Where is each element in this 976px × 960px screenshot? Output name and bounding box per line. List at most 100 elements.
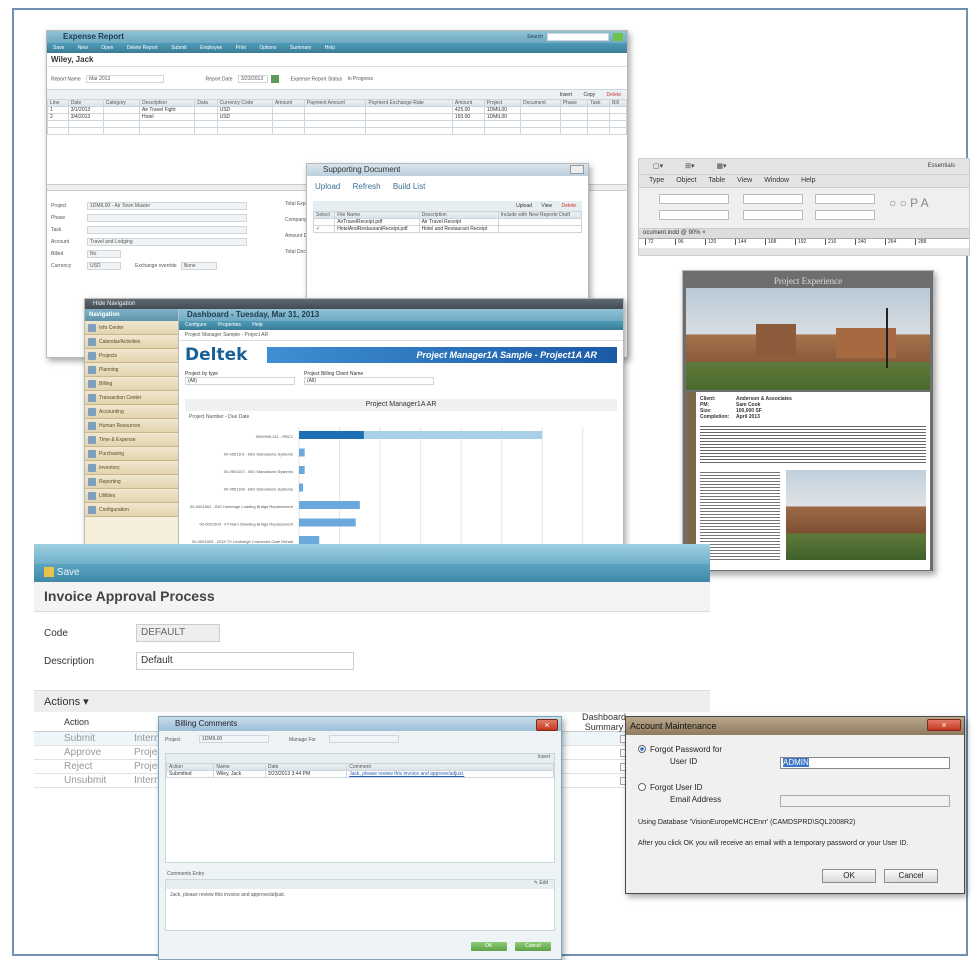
toolbar-submit[interactable]: Submit [171,45,187,51]
table-cell[interactable] [519,127,561,135]
rotate-field[interactable] [815,210,875,220]
nav-item[interactable]: Accounting [85,405,178,419]
table-cell[interactable] [559,127,589,135]
table-cell[interactable] [609,120,627,128]
billing-ok-button[interactable]: OK [470,942,507,951]
bar-total[interactable] [299,518,356,527]
table-cell[interactable] [451,120,485,128]
table-cell[interactable]: 2 [47,113,69,121]
table-cell[interactable] [559,113,589,121]
bar-total[interactable] [299,466,305,474]
table-cell[interactable]: 1 [47,106,69,114]
save-icon[interactable] [44,567,54,578]
billing-cancel-button[interactable]: Cancel [515,942,551,951]
column-header[interactable]: Project [483,99,521,107]
toolbar-options[interactable]: Options [259,45,276,51]
table-cell[interactable] [559,106,589,114]
nav-item[interactable]: Time & Expense [85,433,178,447]
comments-edit-button[interactable]: Edit [539,880,548,886]
table-cell[interactable]: Submitted [165,770,215,778]
table-cell[interactable] [47,120,69,128]
dashboard-breadcrumb[interactable]: Project Manager Sample - Project AR [179,330,623,341]
table-cell[interactable] [519,120,561,128]
toolbar-employee[interactable]: Employee [200,45,222,51]
table-cell[interactable]: 1DMIL00 [483,106,521,114]
table-row[interactable]: 2 3/4/2013 Hotel USD 150.00 1DMIL00 [47,113,627,121]
column-header[interactable]: Select [312,211,336,219]
nav-item[interactable]: Projects [85,349,178,363]
table-cell[interactable]: USD [216,113,273,121]
column-header[interactable]: File Name [334,211,420,219]
column-header[interactable]: Data [194,99,218,107]
nav-item[interactable]: Reporting [85,475,178,489]
nav-item[interactable]: Info Center [85,321,178,335]
table-cell[interactable] [271,106,305,114]
table-cell[interactable]: 1DMIL00 [483,113,521,121]
forgot-password-radio[interactable] [638,745,646,753]
table-row[interactable]: ✓ HotelAndRestaurantReceipt.pdf Hotel and … [312,225,583,233]
column-header[interactable]: Document [519,99,561,107]
table-cell[interactable]: Wiley, Jack [213,770,266,778]
menu-item[interactable]: Help [801,177,815,184]
nav-item[interactable]: Human Resources [85,419,178,433]
select-checkbox[interactable] [312,218,336,226]
view-button[interactable]: View [541,203,552,209]
nav-item[interactable]: Purchasing [85,447,178,461]
table-cell[interactable]: Hotel and Restaurant Receipt [418,225,499,233]
detail-field[interactable]: Travel and Lodging [87,237,247,246]
detail-field[interactable] [87,225,247,234]
table-cell[interactable]: AirTravelReceipt.pdf [334,218,420,226]
table-cell[interactable] [67,127,104,135]
column-header[interactable]: Line [47,99,69,107]
menu-item[interactable]: Object [676,177,696,184]
bar-current[interactable] [299,431,364,439]
table-cell[interactable] [102,120,140,128]
close-icon[interactable]: × [927,719,961,731]
table-cell[interactable] [194,106,218,114]
upload-button[interactable]: Upload [516,203,532,209]
column-header[interactable]: Include with New Reporte Draft [497,211,583,219]
y-field[interactable] [659,210,729,220]
bar-total[interactable] [299,501,360,509]
toolbar-open[interactable]: Open [101,45,113,51]
bar-total[interactable] [299,448,305,457]
column-header[interactable]: Category [102,99,140,107]
table-cell[interactable] [271,127,305,135]
column-header[interactable]: Amount [271,99,305,107]
bar-total[interactable] [299,536,320,544]
table-cell[interactable] [483,120,521,128]
include-checkbox[interactable] [497,225,583,233]
detail-field[interactable]: USD [87,261,121,270]
bar-total[interactable] [299,483,304,492]
table-cell[interactable] [559,120,589,128]
table-cell[interactable] [519,106,561,114]
detail-field[interactable] [87,213,247,222]
doc-tab[interactable]: ocument.indd @ 90% × [639,229,969,238]
column-header[interactable]: Name [213,763,266,771]
calendar-icon[interactable] [271,75,280,83]
comment-text[interactable]: Jack, please review this invoice and app… [166,889,554,901]
account-cancel-button[interactable]: Cancel [884,869,938,883]
toolbar-help[interactable]: Help [325,45,335,51]
table-cell[interactable] [519,113,561,121]
toolbar-print[interactable]: Print [236,45,246,51]
table-cell[interactable]: Air Travel Fight [138,106,196,114]
table-cell[interactable] [365,106,453,114]
table-row[interactable]: 1 3/1/2013 Air Travel Fight USD 425.00 1DMIL0… [47,106,627,114]
column-header[interactable]: Description [418,211,499,219]
table-cell[interactable] [365,120,453,128]
frame-tool-icon[interactable]: ▢▾ [653,163,663,170]
nav-item[interactable]: Billing [85,377,178,391]
nav-item[interactable]: Planning [85,363,178,377]
search-input[interactable] [547,33,609,41]
table-cell[interactable] [587,120,611,128]
view-tool-icon[interactable]: ▦▾ [716,163,726,170]
email-address-field[interactable] [780,795,950,807]
column-header[interactable]: Date [264,763,348,771]
delete-button[interactable]: Delete [607,92,621,98]
table-cell[interactable] [483,127,521,135]
table-cell[interactable] [609,106,627,114]
x-field[interactable] [659,194,729,204]
table-cell[interactable] [587,127,611,135]
link-refresh[interactable]: Refresh [353,182,381,191]
